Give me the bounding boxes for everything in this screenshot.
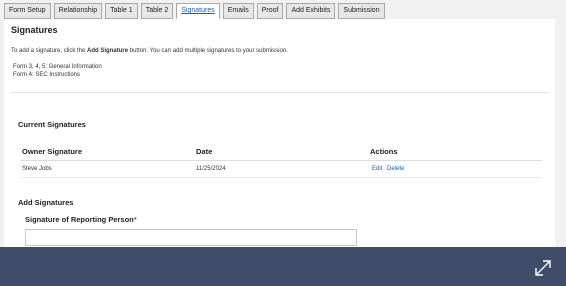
signature-date-cell: 11/25/2024 bbox=[196, 166, 226, 172]
signature-actions-cell: Edit Delete bbox=[372, 166, 404, 172]
divider bbox=[10, 92, 548, 93]
signature-field-label-text: Signature of Reporting Person bbox=[25, 215, 134, 224]
signature-of-reporting-person-input[interactable] bbox=[25, 229, 357, 246]
signature-field-label: Signature of Reporting Person* bbox=[25, 215, 137, 224]
tab-form-setup[interactable]: Form Setup bbox=[4, 3, 51, 19]
delete-signature-link[interactable]: Delete bbox=[387, 166, 404, 172]
current-signatures-heading: Current Signatures bbox=[18, 120, 86, 129]
form-item: Form 4: SEC Instructions bbox=[13, 71, 81, 78]
instruction-suffix: button. You can add multiple signatures … bbox=[128, 48, 288, 54]
tab-proof[interactable]: Proof bbox=[256, 3, 284, 19]
form-item: Form 3, 4, 5: General Information bbox=[13, 64, 102, 70]
tab-submission[interactable]: Submission bbox=[338, 3, 385, 19]
form-list: Form 3, 4, 5: General Information Form 4… bbox=[13, 64, 102, 79]
bottom-bar bbox=[0, 247, 566, 286]
tab-relationship[interactable]: Relationship bbox=[53, 3, 103, 19]
column-actions: Actions bbox=[370, 147, 398, 156]
table-row-divider bbox=[20, 177, 542, 178]
instruction-text: To add a signature, click the Add Signat… bbox=[11, 48, 288, 54]
column-date: Date bbox=[196, 147, 213, 156]
signature-owner-cell: Steve Jobs bbox=[22, 166, 52, 172]
required-asterisk: * bbox=[133, 215, 137, 224]
signatures-panel: Signatures To add a signature, click the… bbox=[4, 19, 555, 247]
expand-icon[interactable] bbox=[534, 259, 552, 277]
edit-signature-link[interactable]: Edit bbox=[372, 166, 382, 172]
table-header-divider bbox=[20, 160, 542, 161]
tab-signatures[interactable]: Signatures bbox=[176, 3, 220, 19]
tab-table-1[interactable]: Table 1 bbox=[105, 3, 138, 19]
tab-add-exhibits[interactable]: Add Exhibits bbox=[286, 3, 336, 19]
instruction-prefix: To add a signature, click the bbox=[11, 48, 88, 54]
add-signatures-heading: Add Signatures bbox=[18, 198, 74, 207]
tab-emails[interactable]: Emails bbox=[222, 3, 254, 19]
column-owner-signature: Owner Signature bbox=[22, 147, 83, 156]
tab-bar: Form Setup Relationship Table 1 Table 2 … bbox=[4, 3, 388, 19]
tab-table-2[interactable]: Table 2 bbox=[140, 3, 174, 19]
page-title: Signatures bbox=[11, 25, 58, 35]
instruction-bold: Add Signature bbox=[87, 48, 129, 54]
